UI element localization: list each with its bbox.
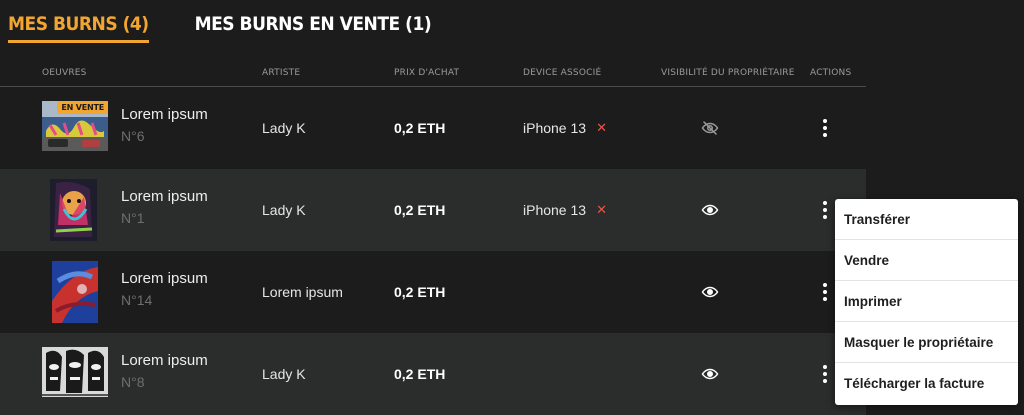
device-name: iPhone 13 [523, 120, 587, 136]
tab-mes-burns[interactable]: MES BURNS (4) [8, 0, 149, 43]
colorful-portrait-image[interactable] [50, 179, 97, 241]
device-name: iPhone 13 [523, 202, 587, 218]
price: 0,2 ETH [394, 284, 446, 300]
table-row[interactable]: Lorem ipsum N°8 Lady K 0,2 ETH [0, 333, 866, 415]
work-number: N°1 [121, 210, 145, 226]
work-name: Lorem ipsum [121, 270, 208, 287]
artist-name: Lady K [262, 120, 306, 136]
burns-table: Oeuvres Artiste Prix d'achat Device asso… [0, 58, 866, 415]
header-prix: Prix d'achat [394, 68, 460, 78]
work-name: Lorem ipsum [121, 352, 208, 369]
menu-item-imprimer[interactable]: Imprimer [835, 281, 1018, 322]
device-associe: iPhone 13 ✕ [523, 202, 607, 218]
more-actions-icon[interactable] [820, 364, 830, 384]
en-vente-badge: EN VENTE [57, 101, 108, 114]
artist-name: Lady K [262, 366, 306, 382]
more-actions-icon[interactable] [820, 200, 830, 220]
blue-red-abstract-image[interactable] [52, 261, 98, 323]
menu-item-vendre[interactable]: Vendre [835, 240, 1018, 281]
table-row[interactable]: EN VENTE Lorem ipsum N°6 Lady K 0,2 ETH … [0, 87, 866, 169]
header-device: Device associé [523, 68, 602, 78]
remove-device-icon[interactable]: ✕ [596, 202, 607, 218]
more-actions-icon[interactable] [820, 282, 830, 302]
eye-icon[interactable] [701, 365, 719, 383]
work-name: Lorem ipsum [121, 106, 208, 123]
table-row[interactable]: Lorem ipsum N°1 Lady K 0,2 ETH iPhone 13… [0, 169, 866, 251]
graffiti-wall-image[interactable]: EN VENTE [42, 101, 108, 151]
remove-device-icon[interactable]: ✕ [596, 120, 607, 136]
table-row[interactable]: Lorem ipsum N°14 Lorem ipsum 0,2 ETH [0, 251, 866, 333]
more-actions-icon[interactable] [820, 118, 830, 138]
menu-item-masquer-proprietaire[interactable]: Masquer le propriétaire [835, 322, 1018, 363]
black-white-faces-image[interactable] [42, 347, 108, 397]
header-actions: Actions [810, 68, 852, 78]
menu-item-transferer[interactable]: Transférer [835, 199, 1018, 240]
artist-name: Lorem ipsum [262, 284, 343, 300]
artist-name: Lady K [262, 202, 306, 218]
header-visibilite: Visibilité du propriétaire [661, 68, 795, 78]
header-artiste: Artiste [262, 68, 301, 78]
work-number: N°14 [121, 292, 153, 308]
work-number: N°6 [121, 128, 145, 144]
work-number: N°8 [121, 374, 145, 390]
tab-bar: MES BURNS (4) MES BURNS EN VENTE (1) [8, 0, 432, 46]
header-oeuvres: Oeuvres [42, 68, 87, 78]
work-name: Lorem ipsum [121, 188, 208, 205]
tab-mes-burns-en-vente[interactable]: MES BURNS EN VENTE (1) [195, 0, 432, 43]
price: 0,2 ETH [394, 202, 446, 218]
price: 0,2 ETH [394, 366, 446, 382]
actions-context-menu: Transférer Vendre Imprimer Masquer le pr… [835, 199, 1018, 405]
eye-icon[interactable] [701, 283, 719, 301]
eye-off-icon[interactable] [701, 119, 719, 137]
eye-icon[interactable] [701, 201, 719, 219]
table-header: Oeuvres Artiste Prix d'achat Device asso… [0, 58, 866, 87]
device-associe: iPhone 13 ✕ [523, 120, 607, 136]
menu-item-telecharger-facture[interactable]: Télécharger la facture [835, 363, 1018, 404]
price: 0,2 ETH [394, 120, 446, 136]
